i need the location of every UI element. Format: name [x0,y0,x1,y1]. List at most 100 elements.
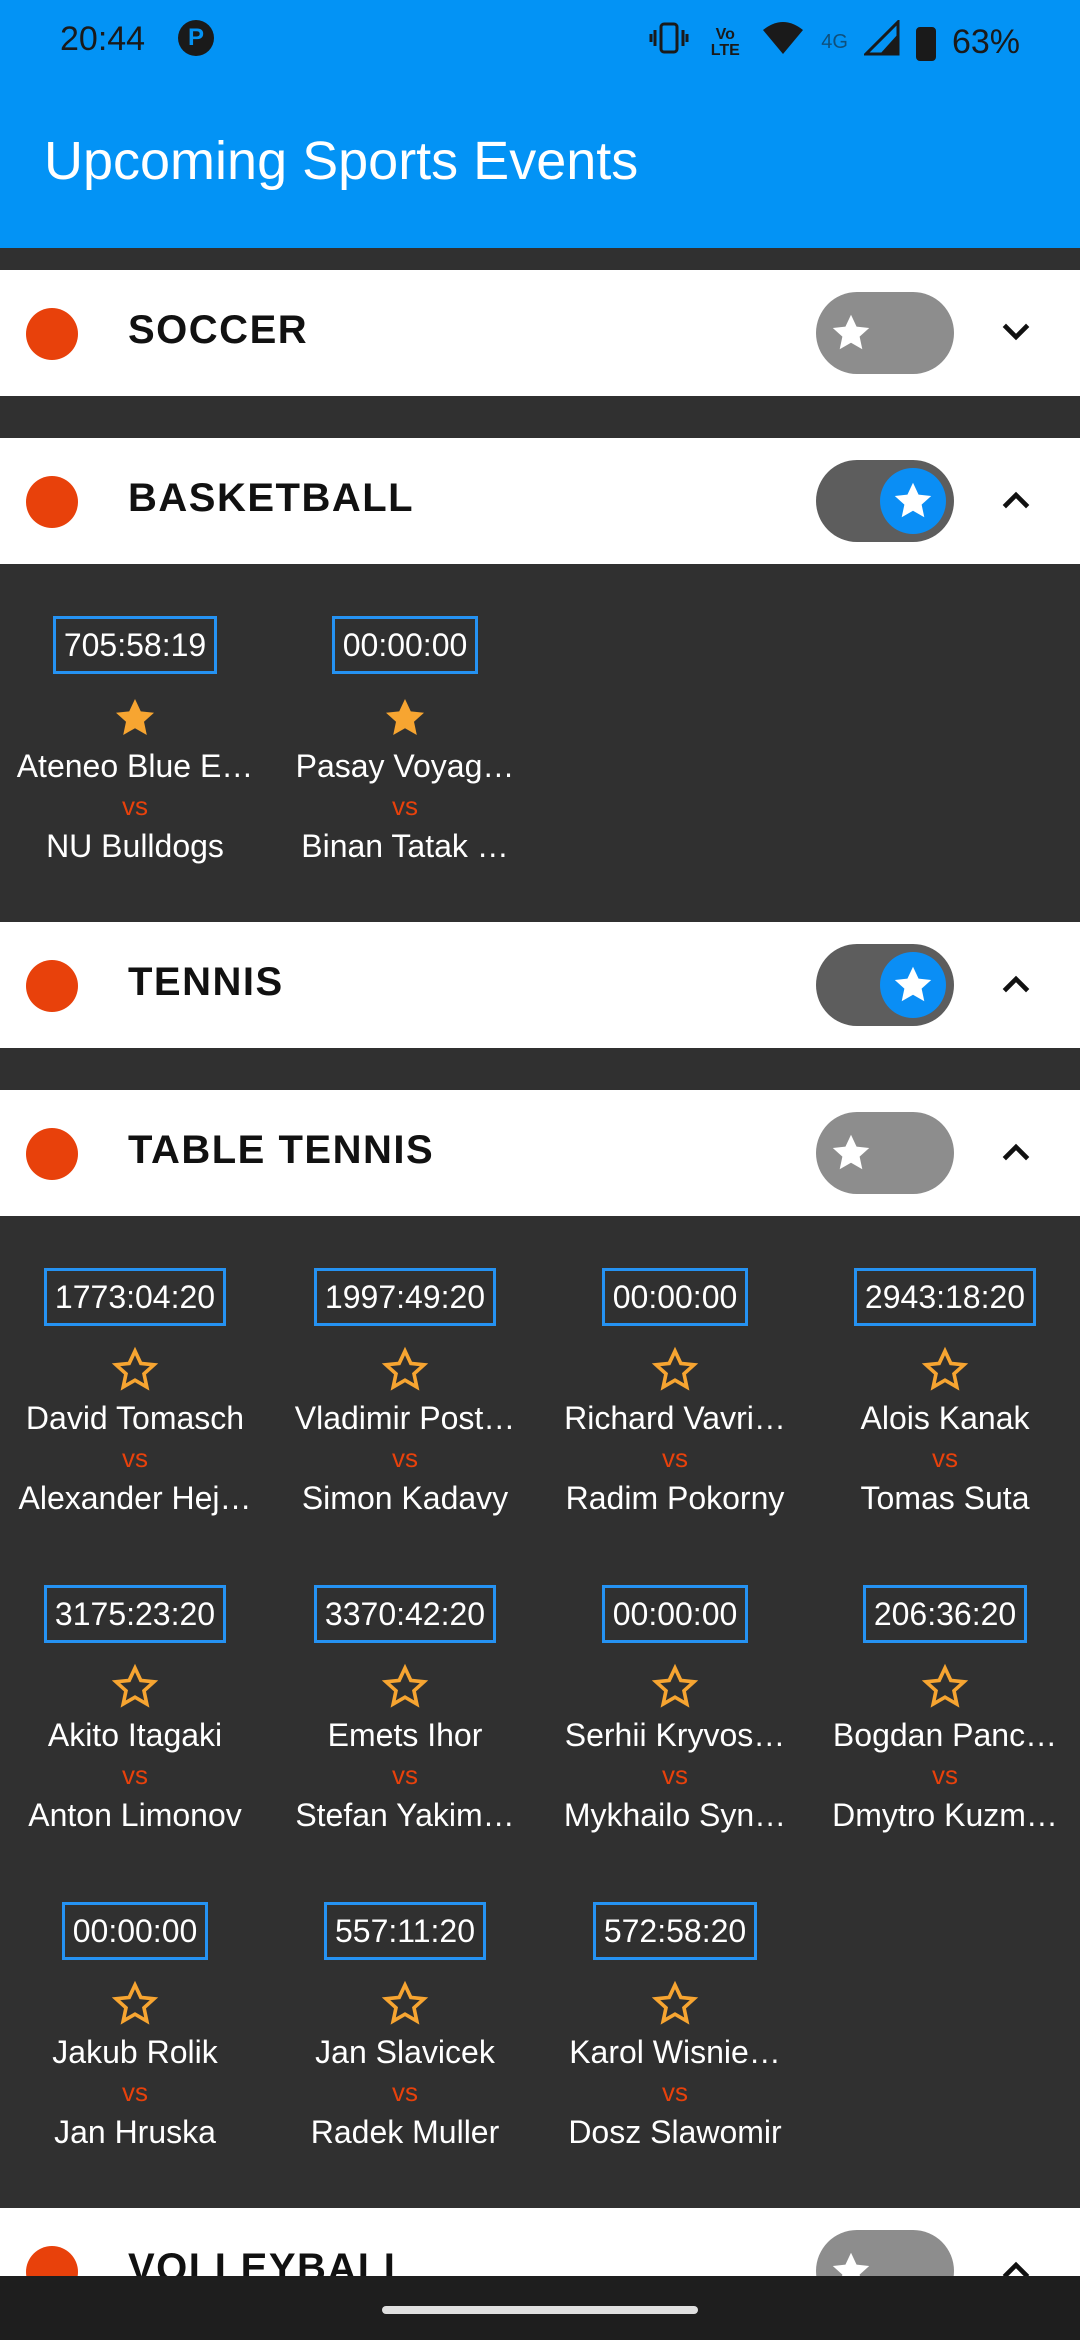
sport-indicator-dot [26,476,78,528]
favorite-toggle[interactable] [816,460,954,542]
countdown-timer: 00:00:00 [61,1902,209,1960]
vs-label: vs [662,2077,688,2107]
vs-label: vs [392,1443,418,1473]
star-filled-icon[interactable] [111,694,159,742]
status-time: 20:44 [60,20,146,58]
event-card[interactable]: 1773:04:20 David Tomasch vs Alexander He… [0,1268,270,1518]
star-outline-icon[interactable] [651,1980,699,2028]
chevron-up-icon[interactable] [996,480,1036,520]
event-card[interactable]: 00:00:00 Jakub Rolik vs Jan Hruska [0,1902,270,2152]
system-navigation-bar [0,2276,1080,2340]
sport-header-basketball[interactable]: BASKETBALL [0,438,1080,564]
team-home: Richard Vavri… [564,1400,786,1436]
countdown-timer: 3175:23:20 [43,1585,227,1643]
event-card[interactable]: 3175:23:20 Akito Itagaki vs Anton Limono… [0,1585,270,1835]
volte-label: Vo LTE [710,25,740,59]
team-away: Mykhailo Syn… [563,1797,787,1833]
star-outline-icon[interactable] [651,1346,699,1394]
countdown-timer: 3370:42:20 [313,1585,497,1643]
team-away: Anton Limonov [28,1797,242,1833]
star-outline-icon[interactable] [381,1663,429,1711]
star-outline-icon[interactable] [381,1980,429,2028]
vs-label: vs [392,791,418,821]
countdown-timer: 00:00:00 [331,616,479,674]
basketball-events: 705:58:19 Ateneo Blue E… vs NU Bulldogs … [0,564,1080,922]
star-outline-icon[interactable] [381,1346,429,1394]
sport-name: BASKETBALL [128,476,415,520]
team-home: Ateneo Blue E… [16,748,254,784]
wifi-icon [761,20,805,65]
chevron-up-icon[interactable] [996,1132,1036,1172]
sport-indicator-dot [26,308,78,360]
team-away: Simon Kadavy [301,1480,509,1516]
chevron-down-icon[interactable] [996,312,1036,352]
team-away: Binan Tatak … [301,828,509,864]
event-card[interactable]: 557:11:20 Jan Slavicek vs Radek Muller [270,1902,540,2152]
event-card[interactable]: 206:36:20 Bogdan Panc… vs Dmytro Kuzm… [810,1585,1080,1835]
team-away: Dosz Slawomir [568,2114,782,2150]
team-home: Jan Slavicek [315,2034,495,2070]
star-outline-icon[interactable] [651,1663,699,1711]
countdown-timer: 557:11:20 [324,1902,486,1960]
countdown-timer: 1773:04:20 [43,1268,227,1326]
countdown-timer: 00:00:00 [601,1268,749,1326]
sport-header-tennis[interactable]: TENNIS [0,922,1080,1048]
team-home: Bogdan Panc… [832,1717,1058,1753]
event-card[interactable]: 2943:18:20 Alois Kanak vs Tomas Suta [810,1268,1080,1518]
vs-label: vs [392,1760,418,1790]
event-card[interactable]: 572:58:20 Karol Wisnie… vs Dosz Slawomir [540,1902,810,2152]
sport-name: TABLE TENNIS [128,1128,435,1172]
sport-name: SOCCER [128,308,309,352]
team-home: Karol Wisnie… [569,2034,781,2070]
vs-label: vs [662,1760,688,1790]
countdown-timer: 572:58:20 [592,1902,758,1960]
team-away: Alexander Hej… [18,1480,252,1516]
sport-name: TENNIS [128,960,284,1004]
signal-icon [862,18,900,65]
star-icon [832,1134,870,1170]
vs-label: vs [122,1760,148,1790]
star-icon [894,966,932,1002]
home-gesture-handle[interactable] [382,2306,698,2314]
star-outline-icon[interactable] [921,1663,969,1711]
star-icon [894,482,932,518]
favorite-toggle[interactable] [816,292,954,374]
sport-header-table-tennis[interactable]: TABLE TENNIS [0,1090,1080,1216]
app-bar: 20:44 P Vo LTE 4G 63% Upcoming Sports Ev… [0,0,1080,248]
chevron-up-icon[interactable] [996,964,1036,1004]
sport-indicator-dot [26,960,78,1012]
star-filled-icon[interactable] [381,694,429,742]
vs-label: vs [122,2077,148,2107]
team-home: Pasay Voyag… [295,748,515,784]
favorite-toggle[interactable] [816,1112,954,1194]
team-away: NU Bulldogs [46,828,224,864]
star-outline-icon[interactable] [921,1346,969,1394]
battery-icon [915,23,936,62]
vs-label: vs [122,791,148,821]
countdown-timer: 2943:18:20 [853,1268,1037,1326]
event-card[interactable]: 00:00:00 Richard Vavri… vs Radim Pokorny [540,1268,810,1518]
table-tennis-events: 1773:04:20 David Tomasch vs Alexander He… [0,1216,1080,2208]
event-card[interactable]: 00:00:00 Pasay Voyag… vs Binan Tatak … [270,616,540,866]
vs-label: vs [662,1443,688,1473]
vs-label: vs [932,1760,958,1790]
event-card[interactable]: 3370:42:20 Emets Ihor vs Stefan Yakim… [270,1585,540,1835]
toggle-thumb [880,952,946,1018]
favorite-toggle[interactable] [816,944,954,1026]
event-card[interactable]: 00:00:00 Serhii Kryvos… vs Mykhailo Syn… [540,1585,810,1835]
network-type: 4G [821,31,848,53]
volte-icon: Vo LTE [705,25,745,59]
star-outline-icon[interactable] [111,1980,159,2028]
countdown-timer: 00:00:00 [601,1585,749,1643]
team-home: Vladimir Post… [294,1400,516,1436]
event-card[interactable]: 705:58:19 Ateneo Blue E… vs NU Bulldogs [0,616,270,866]
vs-label: vs [392,2077,418,2107]
sport-header-soccer[interactable]: SOCCER [0,270,1080,396]
star-outline-icon[interactable] [111,1346,159,1394]
team-home: Serhii Kryvos… [564,1717,786,1753]
battery-percent: 63% [951,23,1020,61]
vibrate-icon [649,20,689,65]
star-outline-icon[interactable] [111,1663,159,1711]
team-away: Radek Muller [310,2114,500,2150]
event-card[interactable]: 1997:49:20 Vladimir Post… vs Simon Kadav… [270,1268,540,1518]
